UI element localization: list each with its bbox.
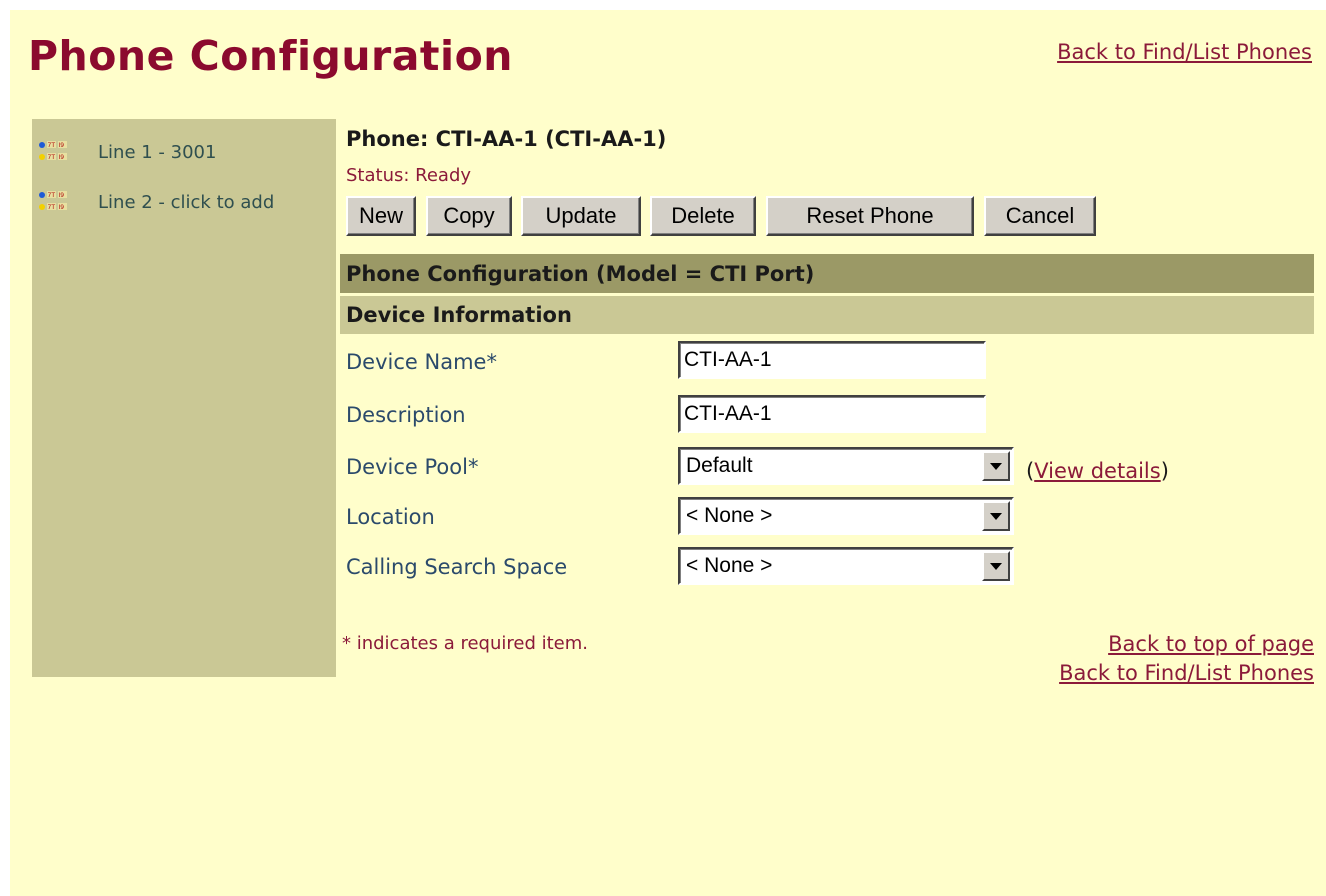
location-value: < None >	[686, 504, 773, 527]
calling-search-space-select[interactable]: < None >	[678, 547, 1014, 585]
device-name-field[interactable]	[678, 341, 986, 379]
view-details-wrapper: (View details)	[1026, 459, 1169, 483]
paren-open: (	[1026, 459, 1035, 483]
calling-search-space-label: Calling Search Space	[346, 555, 568, 579]
svg-text:7T: 7T	[48, 154, 56, 161]
description-field[interactable]	[678, 395, 986, 433]
chevron-down-icon[interactable]	[982, 551, 1010, 581]
view-details-link[interactable]: View details	[1034, 459, 1160, 483]
paren-close: )	[1160, 459, 1169, 483]
device-pool-label: Device Pool*	[346, 455, 479, 479]
page-background: Phone Configuration Back to Find/List Ph…	[10, 10, 1326, 896]
phone-heading: Phone: CTI-AA-1 (CTI-AA-1)	[346, 127, 667, 151]
sidebar: 7T I9 7T I9 Line 1 - 3001 7T I9 7T I9 Li…	[32, 119, 336, 677]
back-to-find-list-link-top[interactable]: Back to Find/List Phones	[1057, 40, 1312, 64]
sidebar-item-line-2[interactable]: 7T I9 7T I9 Line 2 - click to add	[38, 187, 274, 217]
back-to-find-list-link-bottom[interactable]: Back to Find/List Phones	[1059, 661, 1314, 685]
location-label: Location	[346, 505, 435, 529]
svg-text:7T: 7T	[48, 192, 56, 199]
svg-text:7T: 7T	[48, 204, 56, 211]
device-pool-select[interactable]: Default	[678, 447, 1014, 485]
section-header: Phone Configuration (Model = CTI Port)	[340, 254, 1314, 293]
location-select[interactable]: < None >	[678, 497, 1014, 535]
calling-search-space-value: < None >	[686, 554, 773, 577]
subsection-header: Device Information	[340, 296, 1314, 334]
sidebar-item-label: Line 2 - click to add	[98, 191, 275, 213]
page-title: Phone Configuration	[28, 32, 513, 80]
device-pool-value: Default	[686, 454, 753, 477]
svg-text:7T: 7T	[48, 142, 56, 149]
cancel-button[interactable]: Cancel	[984, 196, 1096, 236]
svg-text:I9: I9	[59, 204, 65, 211]
sidebar-item-line-1[interactable]: 7T I9 7T I9 Line 1 - 3001	[38, 137, 216, 167]
copy-button[interactable]: Copy	[426, 196, 512, 236]
chevron-down-icon[interactable]	[982, 501, 1010, 531]
phone-line-icon: 7T I9 7T I9	[38, 139, 78, 165]
new-button[interactable]: New	[346, 196, 416, 236]
svg-text:I9: I9	[59, 142, 65, 149]
required-note: * indicates a required item.	[342, 633, 588, 654]
status-text: Status: Ready	[346, 165, 472, 186]
sidebar-item-label: Line 1 - 3001	[98, 141, 217, 163]
svg-text:I9: I9	[59, 154, 65, 161]
phone-line-icon: 7T I9 7T I9	[38, 189, 78, 215]
chevron-down-icon[interactable]	[982, 451, 1010, 481]
svg-text:I9: I9	[59, 192, 65, 199]
back-to-top-link[interactable]: Back to top of page	[1108, 632, 1314, 656]
update-button[interactable]: Update	[521, 196, 641, 236]
device-name-label: Device Name*	[346, 350, 497, 374]
delete-button[interactable]: Delete	[650, 196, 756, 236]
reset-phone-button[interactable]: Reset Phone	[766, 196, 974, 236]
description-label: Description	[346, 403, 466, 427]
